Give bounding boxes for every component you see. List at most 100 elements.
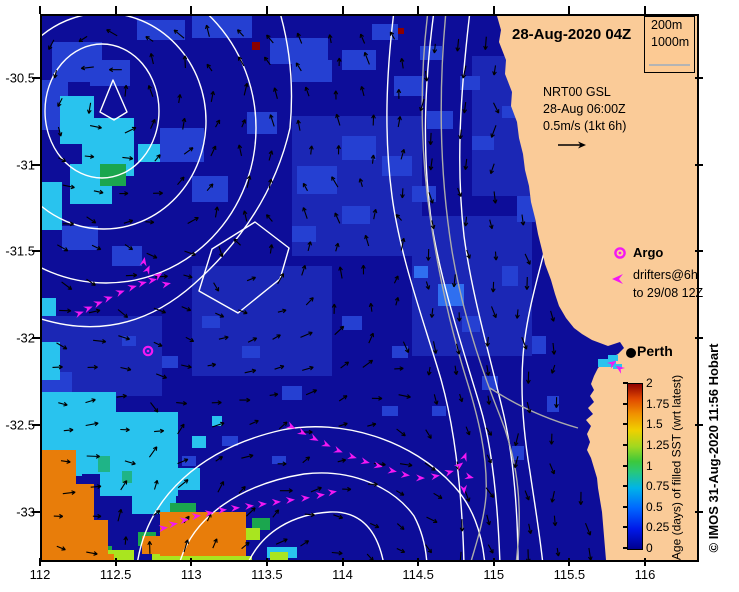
drifter-position-marker (161, 281, 171, 289)
x-axis-tick-label: 115 (483, 567, 505, 582)
current-arrow (331, 303, 337, 314)
current-arrow (396, 548, 406, 554)
axis-tick-mark (695, 250, 703, 253)
sst-age-patch-royal (342, 50, 376, 70)
colorbar-tick-label: 0.25 (646, 520, 670, 535)
drifters-legend-line1: drifters@6h (633, 268, 698, 282)
y-axis-tick-label: -31 (16, 157, 35, 173)
drifter-position-marker (321, 439, 331, 447)
sst-age-patch-royal (342, 206, 370, 224)
sst-age-patch-royal (62, 226, 98, 250)
drifter-position-marker (137, 280, 147, 288)
current-arrow (526, 401, 532, 414)
current-arrow (455, 38, 461, 52)
sst-age-patch-darkred (252, 42, 260, 50)
sst-age-patch-teal (98, 456, 110, 472)
colorbar-tick-label: 1 (646, 458, 653, 473)
current-arrow (340, 361, 350, 369)
colorbar-tick-label: 1.75 (646, 396, 670, 411)
sst-age-patch-royal (112, 246, 142, 266)
current-arrow (338, 395, 348, 402)
sst-age-patch-royal (342, 136, 376, 160)
sst-age-patch-royal (547, 396, 559, 412)
drifter-position-marker (460, 452, 467, 462)
current-arrow (425, 429, 432, 439)
current-arrow (327, 34, 333, 44)
sst-age-patch-royal (247, 112, 277, 134)
current-arrow (433, 492, 443, 499)
perth-city-dot (626, 348, 636, 358)
sst-age-patch-royal (297, 166, 337, 194)
current-arrow (123, 219, 134, 224)
current-arrow (425, 544, 433, 554)
current-arrow (237, 144, 243, 157)
axis-tick-mark (341, 6, 344, 14)
drifter-position-marker (430, 473, 440, 481)
axis-tick-mark (417, 6, 420, 14)
x-axis-tick-label: 114 (332, 567, 353, 582)
axis-tick-mark (341, 558, 344, 566)
current-arrow (177, 94, 182, 104)
current-arrow (331, 550, 343, 556)
current-arrow (218, 246, 224, 258)
current-arrow (147, 84, 154, 97)
current-arrow (485, 365, 491, 376)
current-arrow (550, 310, 556, 322)
depth-200m-label: 200m (651, 18, 683, 32)
drifter-position-marker (444, 470, 454, 477)
colorbar-tick-mark (623, 464, 628, 467)
current-arrow (458, 393, 464, 403)
current-arrow (396, 428, 406, 437)
sst-age-patch-cyan (42, 298, 56, 316)
x-axis-tick-label: 112 (29, 567, 51, 582)
current-arrow (338, 422, 348, 427)
colorbar-tick-mark (623, 443, 628, 446)
current-arrow (458, 551, 462, 560)
drifter-position-marker (387, 466, 397, 474)
current-arrow (88, 308, 101, 314)
current-arrow (369, 522, 380, 529)
current-arrow (210, 90, 216, 103)
current-arrow (273, 87, 278, 99)
current-arrow (215, 119, 221, 128)
drifter-marker-icon (612, 274, 623, 284)
drifter-position-marker (285, 496, 295, 504)
current-arrow (279, 488, 293, 493)
current-arrow (269, 392, 279, 397)
current-arrow (524, 490, 530, 501)
x-axis-tick-label: 112.5 (99, 567, 132, 582)
model-name: NRT00 GSL (543, 85, 611, 99)
current-arrow (177, 176, 185, 186)
drifters-legend-line2: to 29/08 12Z (633, 286, 704, 300)
current-arrow (237, 56, 245, 67)
current-arrow (486, 514, 491, 526)
current-arrow (526, 371, 531, 384)
axis-tick-mark (568, 6, 571, 14)
axis-tick-mark (492, 558, 495, 566)
map-title: 28-Aug-2020 04Z (512, 26, 632, 43)
colorbar-tick-mark (623, 423, 628, 426)
current-arrow (150, 118, 156, 129)
colorbar-tick-label: 1.25 (646, 437, 670, 452)
current-arrow (275, 538, 288, 545)
axis-tick-mark (114, 558, 117, 566)
current-arrow (367, 422, 377, 427)
estuary-patch (608, 355, 618, 361)
drifter-position-marker (327, 489, 337, 497)
current-arrow (433, 394, 439, 405)
sst-age-patch-royal (412, 186, 436, 202)
drifter-position-marker (103, 296, 113, 303)
sst-age-patch-royal (292, 226, 316, 242)
colorbar-title: Age (days) of filled SST (wrt latest) (669, 374, 684, 561)
current-arrow (181, 364, 192, 369)
current-arrow (359, 33, 366, 44)
drifter-position-marker (464, 472, 474, 480)
current-arrow (62, 184, 75, 190)
current-arrow (428, 158, 434, 171)
current-arrow (465, 426, 471, 436)
credit-text: © IMOS 31-Aug-2020 11:56 Hobart (706, 343, 721, 553)
drifter-position-marker (285, 421, 296, 429)
drifter-position-marker (257, 500, 267, 508)
current-arrow (428, 132, 433, 146)
current-arrow (338, 266, 343, 279)
